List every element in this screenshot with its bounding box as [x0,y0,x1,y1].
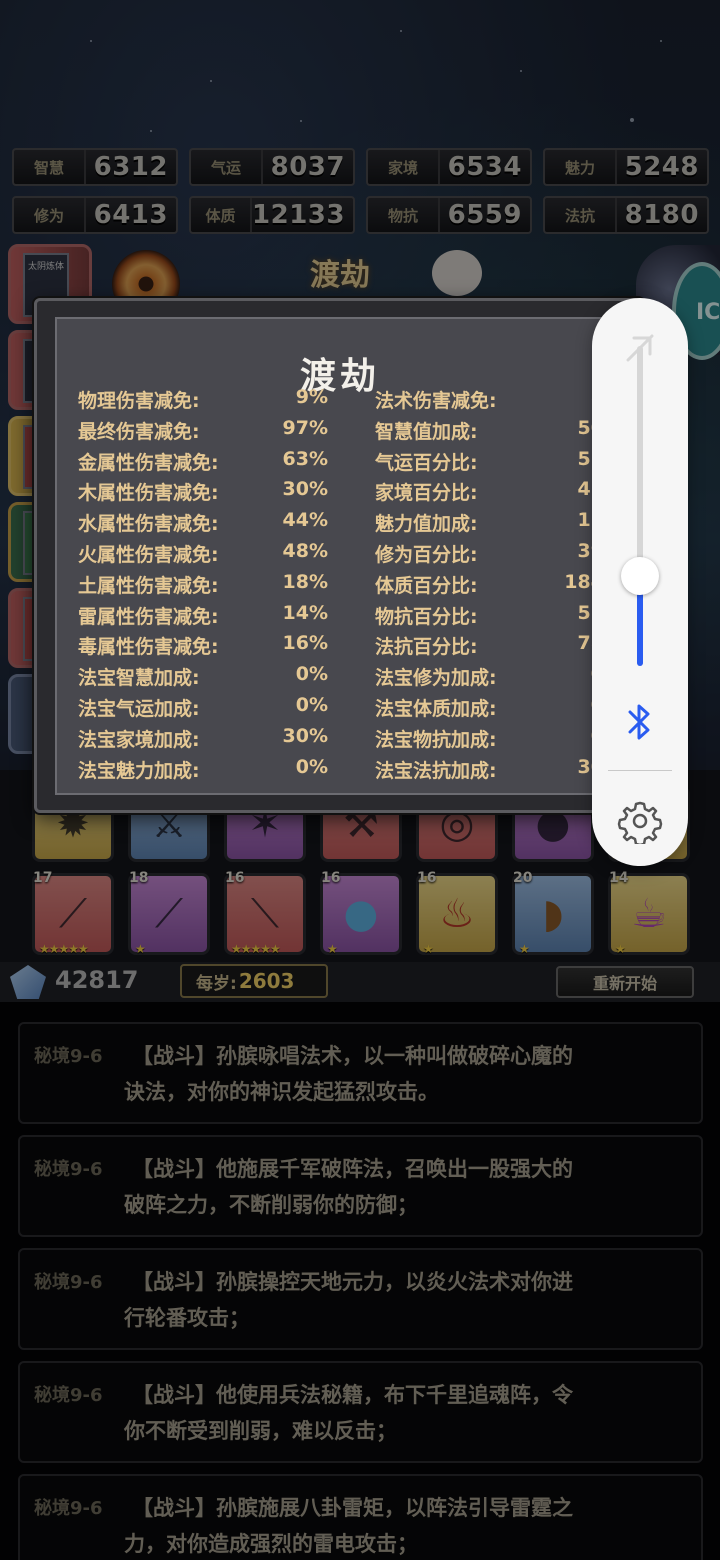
volume-quick-panel [592,298,688,866]
stat-name: 物理伤害减免: [78,390,200,412]
stat-name: 火属性伤害减免: [78,544,219,566]
stat-percent: 18% [282,570,328,593]
stat-name: 金属性伤害减免: [78,451,219,474]
stat-row-right: 物抗百分比:55% [375,602,623,630]
stat-name: 法宝气运加成: [78,698,200,720]
stat-name: 毒属性伤害减免: [78,636,219,659]
stat-row-left: 法宝魅力加成: 0% [78,756,328,784]
stat-row-left: 金属性伤害减免: 63% [78,448,328,476]
stat-row-left: 毒属性伤害减免: 16% [78,632,328,660]
stat-row-right: 家境百分比:42% [375,478,623,506]
stat-name: 家境百分比: [375,482,478,505]
stat-row-left: 物理伤害减免: 9% [78,386,328,414]
gear-icon[interactable] [617,798,663,844]
stat-name: 法宝体质加成: [375,698,497,720]
stat-percent: 44% [282,509,328,532]
stat-row-right: 智慧值加成:50% [375,417,623,445]
stat-name: 法宝魅力加成: [78,759,200,782]
stat-name: 法抗百分比: [375,636,478,659]
stat-name: 法宝修为加成: [375,667,497,690]
stat-row-right: 修为百分比:39% [375,540,623,568]
stat-row-right: 气运百分比:55% [375,448,623,476]
stat-percent: 14% [282,601,328,624]
stat-percent: 97% [282,416,328,439]
stat-row-left: 水属性伤害减免: 44% [78,509,328,537]
stat-row-left: 土属性伤害减免: 18% [78,571,328,599]
stat-name: 最终伤害减免: [78,420,200,443]
stat-row-left: 木属性伤害减免: 30% [78,478,328,506]
stat-percent: 48% [282,540,328,562]
stat-row-right: 法宝修为加成:0% [375,663,623,691]
stat-name: 智慧值加成: [375,420,478,443]
stat-percent: 0% [295,755,328,778]
stat-name: 雷属性伤害减免: [78,605,219,628]
stat-row-left: 火属性伤害减免: 48% [78,540,328,568]
stat-row-right: 法抗百分比:78% [375,632,623,660]
stat-row-left: 最终伤害减免: 97% [78,417,328,445]
stat-percent: 0% [295,663,328,686]
stat-name: 水属性伤害减免: [78,513,219,536]
stat-percent: 9% [295,386,328,408]
stat-name: 魅力值加成: [375,513,478,536]
stat-percent: 63% [282,447,328,470]
stat-name: 气运百分比: [375,451,478,474]
stat-name: 土属性伤害减免: [78,574,219,597]
stat-row-left: 法宝气运加成: 0% [78,694,328,722]
bluetooth-icon[interactable] [622,700,658,744]
stat-name: 法宝智慧加成: [78,667,200,690]
stat-name: 法宝家境加成: [78,728,200,751]
stat-name: 修为百分比: [375,544,478,566]
volume-slider-knob[interactable] [621,557,659,595]
stat-percent: 16% [282,632,328,655]
stat-percent: 30% [282,478,328,501]
stat-row-right: 魅力值加成:17% [375,509,623,537]
stat-percent: 0% [295,694,328,716]
stat-row-right: 体质百分比:184% [375,571,623,599]
stat-name: 体质百分比: [375,574,478,597]
stat-row-right: 法宝体质加成:0% [375,694,623,722]
stat-row-left: 法宝家境加成: 30% [78,725,328,753]
panel-divider [608,770,672,771]
stat-name: 木属性伤害减免: [78,482,219,505]
stat-name: 法术伤害减免: [375,390,497,412]
stat-percent: 30% [282,724,328,747]
stat-name: 法宝物抗加成: [375,728,497,751]
stat-row-left: 法宝智慧加成: 0% [78,663,328,691]
stat-row-left: 雷属性伤害减免: 14% [78,602,328,630]
stat-name: 法宝法抗加成: [375,759,497,782]
stat-row-right: 法宝法抗加成:30% [375,756,623,784]
stat-name: 物抗百分比: [375,605,478,628]
stat-row-right: 法术伤害减免:8% [375,386,623,414]
stat-row-right: 法宝物抗加成:0% [375,725,623,753]
